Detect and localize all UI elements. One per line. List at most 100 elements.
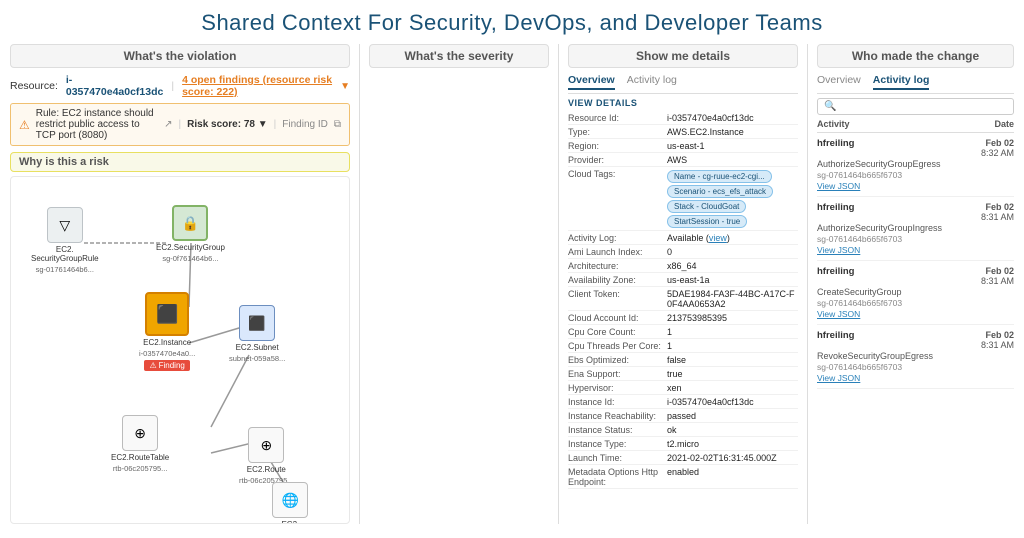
resource-id: i-0357470e4a0cf13dc	[66, 74, 164, 98]
col-who: Who made the change Overview Activity lo…	[817, 44, 1014, 524]
graph-area: ▽ EC2.SecurityGroupRule sg-01761464b6...…	[10, 176, 350, 524]
detail-row-cpu-threads: Cpu Threads Per Core: 1	[568, 339, 798, 353]
detail-row-launch-time: Launch Time: 2021-02-02T16:31:45.000Z	[568, 451, 798, 465]
node-subnet[interactable]: ⬛ EC2.Subnet subnet-059a58...	[229, 305, 285, 363]
page-title: Shared Context For Security, DevOps, and…	[0, 0, 1024, 44]
detail-row-instance-type: Instance Type: t2.micro	[568, 437, 798, 451]
node-sg-sub: sg-0f761464b6...	[162, 254, 218, 263]
node-sg-rule[interactable]: ▽ EC2.SecurityGroupRule sg-01761464b6...	[31, 207, 99, 274]
severity-header: What's the severity	[369, 44, 549, 68]
activity-entry-1: hfreiling Feb 02 8:32 AM AuthorizeSecuri…	[817, 133, 1014, 197]
tag-stack: Stack - CloudGoat	[667, 200, 746, 213]
details-header: Show me details	[568, 44, 798, 68]
detail-row-region: Region: us-east-1	[568, 139, 798, 153]
detail-row-resource-id: Resource Id: i-0357470e4a0cf13dc	[568, 111, 798, 125]
copy-icon[interactable]: ⧉	[334, 119, 341, 130]
time-2: 8:31 AM	[981, 212, 1014, 222]
resource-label: Resource:	[10, 80, 58, 92]
detail-row-hypervisor: Hypervisor: xen	[568, 381, 798, 395]
viewjson-3[interactable]: View JSON	[817, 309, 1014, 319]
search-input[interactable]	[840, 102, 1007, 112]
node-routetable-label: EC2.RouteTable	[111, 453, 169, 462]
activity-log-header: Activity Date	[817, 119, 1014, 133]
detail-row-client-token: Client Token: 5DAE1984-FA3F-44BC-A17C-F0…	[568, 287, 798, 311]
tag-scenario: Scenario - ecs_efs_attack	[667, 185, 773, 198]
user-3: hfreiling	[817, 266, 854, 277]
node-subnet-sub: subnet-059a58...	[229, 354, 285, 363]
findings-link[interactable]: 4 open findings (resource risk score: 22…	[182, 74, 332, 98]
violation-resource: Resource: i-0357470e4a0cf13dc | 4 open f…	[10, 74, 350, 98]
finding-id-label: Finding ID	[282, 119, 328, 130]
why-risk-header: Why is this a risk	[10, 152, 350, 172]
warning-icon: ⚠	[19, 118, 30, 132]
node-sg-rule-sub: sg-01761464b6...	[36, 265, 94, 274]
node-sg-label: EC2.SecurityGroup	[156, 243, 225, 252]
action-2: AuthorizeSecurityGroupIngress	[817, 223, 1014, 233]
tab-activity[interactable]: Activity log	[627, 74, 677, 90]
activity-view-link[interactable]: view	[709, 233, 727, 243]
node-ec2-sub: i-0357470e4a0...	[139, 349, 195, 358]
activity-entry-4: hfreiling Feb 02 8:31 AM RevokeSecurityG…	[817, 325, 1014, 389]
who-scroll: hfreiling Feb 02 8:32 AM AuthorizeSecuri…	[817, 133, 1014, 524]
page-container: Shared Context For Security, DevOps, and…	[0, 0, 1024, 530]
detail-2: sg-0761464b665f6703	[817, 234, 1014, 244]
view-details-label: VIEW DETAILS	[568, 98, 798, 108]
who-tab-overview[interactable]: Overview	[817, 74, 861, 90]
who-search-bar[interactable]: 🔍	[817, 98, 1014, 115]
viewjson-4[interactable]: View JSON	[817, 373, 1014, 383]
node-sg-rule-label: EC2.SecurityGroupRule	[31, 245, 99, 263]
time-3: 8:31 AM	[981, 276, 1014, 286]
node-ec2[interactable]: ⬛ EC2.Instance i-0357470e4a0... ⚠Finding	[139, 292, 195, 371]
user-4: hfreiling	[817, 330, 854, 341]
node-routetable[interactable]: ⊕ EC2.RouteTable rtb-06c205795...	[111, 415, 169, 473]
date-1: Feb 02	[981, 138, 1014, 148]
node-igw-label: EC2.InternetGateway	[261, 520, 320, 524]
activity-entry-3: hfreiling Feb 02 8:31 AM CreateSecurityG…	[817, 261, 1014, 325]
detail-row-cpu-core: Cpu Core Count: 1	[568, 325, 798, 339]
date-3: Feb 02	[981, 266, 1014, 276]
divider-1	[359, 44, 360, 524]
tag-name: Name - cg-ruue-ec2-cgi...	[667, 170, 772, 183]
date-4: Feb 02	[981, 330, 1014, 340]
external-link-icon[interactable]: ↗	[164, 119, 172, 130]
col-details: Show me details Overview Activity log VI…	[568, 44, 798, 524]
node-ec2-label: EC2.Instance	[143, 338, 191, 347]
finding-badge: ⚠Finding	[144, 360, 189, 371]
dropdown-icon[interactable]: ▼	[340, 81, 350, 92]
node-sg[interactable]: 🔒 EC2.SecurityGroup sg-0f761464b6...	[156, 205, 225, 263]
node-igw[interactable]: 🌐 EC2.InternetGateway igw-083d09de5...	[261, 482, 320, 524]
col-severity: What's the severity	[369, 44, 549, 524]
node-routetable-sub: rtb-06c205795...	[113, 464, 168, 473]
detail-row-provider: Provider: AWS	[568, 153, 798, 167]
detail-row-ami: Ami Launch Index: 0	[568, 245, 798, 259]
details-scroll: Resource Id: i-0357470e4a0cf13dc Type: A…	[568, 111, 798, 524]
violation-header: What's the violation	[10, 44, 350, 68]
activity-entry-2: hfreiling Feb 02 8:31 AM AuthorizeSecuri…	[817, 197, 1014, 261]
action-3: CreateSecurityGroup	[817, 287, 1014, 297]
detail-row-instance-status: Instance Status: ok	[568, 423, 798, 437]
tab-overview[interactable]: Overview	[568, 74, 615, 90]
viewjson-1[interactable]: View JSON	[817, 181, 1014, 191]
detail-row-tags: Cloud Tags: Name - cg-ruue-ec2-cgi... Sc…	[568, 167, 798, 231]
viewjson-2[interactable]: View JSON	[817, 245, 1014, 255]
who-tab-activity[interactable]: Activity log	[873, 74, 930, 90]
detail-row-type: Type: AWS.EC2.Instance	[568, 125, 798, 139]
detail-row-ena: Ena Support: true	[568, 367, 798, 381]
node-route[interactable]: ⊕ EC2.Route rtb-06c205795...	[239, 427, 294, 485]
detail-row-instance-id: Instance Id: i-0357470e4a0cf13dc	[568, 395, 798, 409]
details-tabs: Overview Activity log	[568, 74, 798, 94]
detail-row-az: Availability Zone: us-east-1a	[568, 273, 798, 287]
risk-dropdown-icon[interactable]: ▼	[258, 119, 268, 130]
node-subnet-label: EC2.Subnet	[236, 343, 279, 352]
who-header: Who made the change	[817, 44, 1014, 68]
detail-row-activity-log: Activity Log: Available (view)	[568, 231, 798, 245]
search-icon: 🔍	[824, 101, 836, 112]
detail-row-cloud-account: Cloud Account Id: 213753985395	[568, 311, 798, 325]
detail-row-instance-reach: Instance Reachability: passed	[568, 409, 798, 423]
time-4: 8:31 AM	[981, 340, 1014, 350]
action-4: RevokeSecurityGroupEgress	[817, 351, 1014, 361]
node-route-label: EC2.Route	[247, 465, 286, 474]
divider-2	[558, 44, 559, 524]
detail-1: sg-0761464b665f6703	[817, 170, 1014, 180]
risk-score: Risk score: 78 ▼	[187, 119, 268, 130]
